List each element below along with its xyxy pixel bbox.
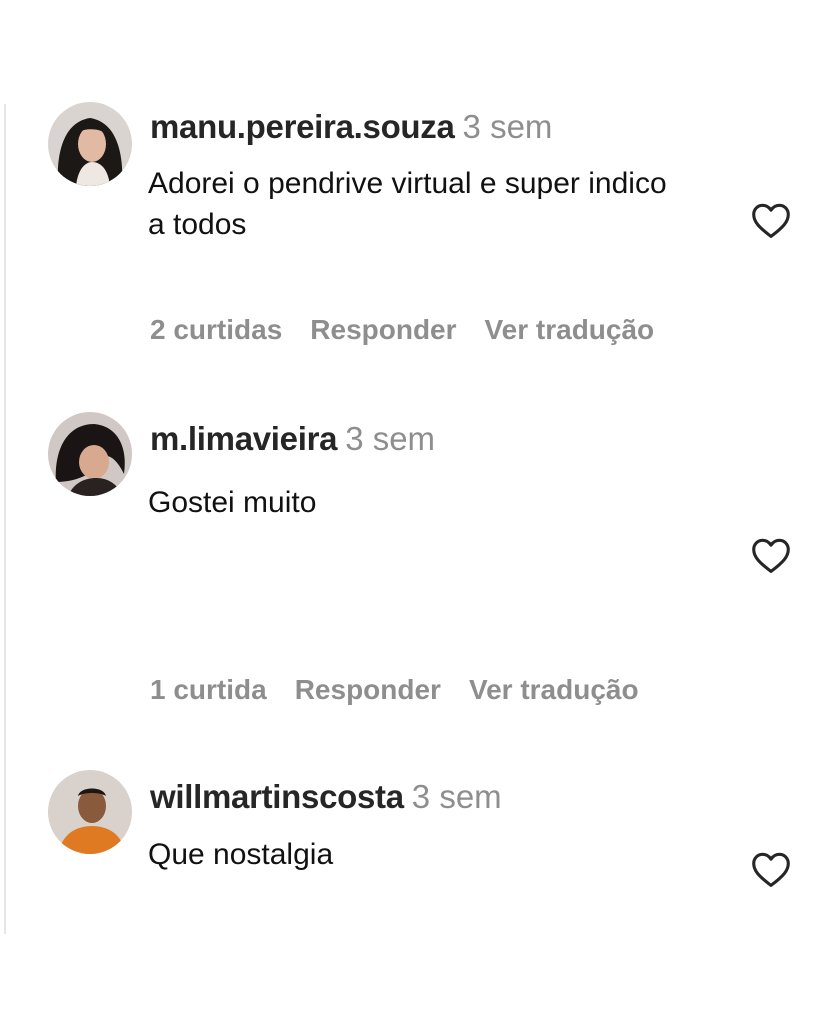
heart-outline-icon[interactable] — [750, 850, 792, 888]
translate-button[interactable]: Ver tradução — [469, 674, 639, 705]
heart-outline-icon[interactable] — [750, 536, 792, 574]
comment-text: Gostei muito — [148, 486, 317, 519]
comment-time: 3 sem — [462, 108, 553, 145]
likes-count[interactable]: 2 curtidas — [150, 314, 282, 345]
reply-button[interactable]: Responder — [310, 314, 456, 345]
comment-text: Adorei o pendrive virtual e super indico… — [148, 167, 667, 241]
heart-outline-icon[interactable] — [750, 201, 792, 239]
translate-button[interactable]: Ver tradução — [485, 314, 655, 345]
comment-text: Que nostalgia — [148, 838, 334, 871]
comment-time: 3 sem — [345, 420, 436, 457]
comment-username[interactable]: willmartinscosta — [150, 778, 404, 815]
comment-time: 3 sem — [411, 778, 502, 815]
reply-button[interactable]: Responder — [295, 674, 441, 705]
comment-username[interactable]: m.limavieira — [150, 420, 337, 457]
avatar[interactable] — [48, 102, 132, 186]
comment-username[interactable]: manu.pereira.souza — [150, 108, 455, 145]
left-divider — [4, 104, 6, 934]
likes-count[interactable]: 1 curtida — [150, 674, 267, 705]
avatar[interactable] — [48, 412, 132, 496]
avatar[interactable] — [48, 770, 132, 854]
